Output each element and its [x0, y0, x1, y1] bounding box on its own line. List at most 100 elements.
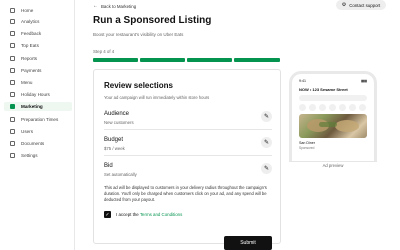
signal-icon: ▮▮▮	[361, 79, 367, 83]
sidebar-item-preparation-times[interactable]: Preparation Times	[4, 115, 72, 124]
sidebar-item-documents[interactable]: Documents	[4, 139, 72, 148]
row-value: $75 / week	[104, 146, 125, 151]
chart-icon	[10, 19, 15, 24]
contact-support-button[interactable]: ⚙ Contact support	[336, 0, 386, 10]
page-subtitle: Boost your restaurant's visibility on Ub…	[93, 32, 184, 37]
sidebar-item-label: Holiday Hours	[21, 92, 50, 97]
sidebar-item-label: Top Eats	[21, 43, 39, 48]
back-link-label: Back to Marketing	[101, 3, 137, 9]
support-icon: ⚙	[341, 2, 347, 8]
sidebar-item-menu[interactable]: Menu	[4, 78, 72, 87]
sidebar-item-reports[interactable]: Reports	[4, 54, 72, 63]
step-label: Step 4 of 4	[93, 49, 115, 54]
clock-icon	[10, 117, 15, 122]
sidebar-item-marketing[interactable]: Marketing	[4, 102, 72, 111]
review-row-audience: Audience New customers ✎	[104, 111, 272, 135]
review-row-budget: Budget $75 / week ✎	[104, 137, 272, 161]
sidebar-item-home[interactable]: Home	[4, 6, 72, 15]
document-icon	[10, 141, 15, 146]
progress-step-3	[187, 58, 232, 62]
row-value: Set automatically	[104, 172, 137, 177]
edit-bid-button[interactable]: ✎	[261, 163, 272, 174]
review-row-bid: Bid Set automatically ✎	[104, 163, 272, 187]
feedback-icon	[10, 31, 15, 36]
category-icon	[299, 104, 306, 111]
category-icon	[319, 104, 326, 111]
sidebar-item-label: Menu	[21, 80, 33, 85]
users-icon	[10, 129, 15, 134]
review-card: Review selections Your ad campaign will …	[93, 69, 281, 244]
row-label: Bid	[104, 163, 113, 169]
sidebar-item-label: Feedback	[21, 31, 42, 36]
ad-preview-caption: Ad preview	[322, 163, 344, 168]
category-icon	[339, 104, 346, 111]
food-shape	[319, 122, 337, 127]
preview-divider	[289, 161, 377, 162]
terms-acceptance: ✓ I accept the Terms and Conditions	[104, 211, 182, 218]
terms-link[interactable]: Terms and Conditions	[140, 212, 182, 217]
sidebar-item-label: Analytics	[21, 19, 40, 24]
sidebar-item-label: Payments	[21, 68, 42, 73]
pencil-icon: ✎	[263, 114, 270, 120]
megaphone-icon	[10, 104, 15, 109]
progress-step-2	[140, 58, 185, 62]
gear-icon	[10, 153, 15, 158]
category-icon	[359, 104, 366, 111]
sidebar-item-feedback[interactable]: Feedback	[4, 29, 72, 38]
submit-button[interactable]: Submit	[224, 236, 272, 250]
home-icon	[10, 8, 15, 13]
sidebar-item-payments[interactable]: Payments	[4, 66, 72, 75]
sidebar-item-label: Users	[21, 129, 33, 134]
campaign-disclaimer: This ad will be displayed to customers i…	[104, 185, 267, 203]
sidebar-item-label: Marketing	[21, 104, 43, 109]
review-note: Your ad campaign will run immediately wi…	[104, 95, 210, 100]
calendar-icon	[10, 92, 15, 97]
report-icon	[10, 56, 15, 61]
contact-support-label: Contact support	[349, 2, 381, 8]
row-label: Audience	[104, 111, 130, 117]
store-sponsored-label: Sponsored	[299, 146, 315, 150]
page-title: Run a Sponsored Listing	[93, 15, 212, 26]
sidebar-item-label: Preparation Times	[21, 117, 59, 122]
payment-icon	[10, 68, 15, 73]
terms-prefix: I accept the	[116, 212, 140, 217]
sidebar-item-top-eats[interactable]: Top Eats	[4, 41, 72, 50]
arrow-left-icon: ←	[93, 3, 98, 9]
sidebar-item-label: Home	[21, 8, 34, 13]
pencil-icon: ✎	[263, 166, 270, 172]
divider	[104, 155, 272, 156]
sidebar: Home Analytics Feedback Top Eats Reports…	[0, 0, 75, 250]
back-to-marketing-link[interactable]: ← Back to Marketing	[93, 3, 136, 9]
store-name: San Diner	[299, 141, 315, 145]
progress-step-4	[234, 58, 280, 62]
phone-time: 9:41	[299, 79, 306, 83]
edit-audience-button[interactable]: ✎	[261, 111, 272, 122]
sidebar-item-label: Documents	[21, 141, 45, 146]
menu-icon	[10, 80, 15, 85]
phone-search-bar	[299, 95, 367, 101]
sidebar-item-label: Reports	[21, 56, 38, 61]
progress-step-1	[93, 58, 138, 62]
pencil-icon: ✎	[263, 140, 270, 146]
sidebar-item-label: Settings	[21, 153, 38, 158]
star-icon	[10, 43, 15, 48]
category-icon	[309, 104, 316, 111]
review-title: Review selections	[104, 81, 173, 90]
row-value: New customers	[104, 120, 134, 125]
sidebar-item-users[interactable]: Users	[4, 127, 72, 136]
phone-status-bar: 9:41 ▮▮▮	[299, 79, 367, 83]
divider	[104, 129, 272, 130]
food-shape	[335, 120, 359, 132]
terms-text: I accept the Terms and Conditions	[116, 212, 182, 217]
sidebar-item-holiday-hours[interactable]: Holiday Hours	[4, 90, 72, 99]
sidebar-item-settings[interactable]: Settings	[4, 151, 72, 160]
row-label: Budget	[104, 137, 124, 143]
category-icon	[349, 104, 356, 111]
sidebar-item-analytics[interactable]: Analytics	[4, 17, 72, 26]
terms-checkbox[interactable]: ✓	[104, 211, 111, 218]
edit-budget-button[interactable]: ✎	[261, 137, 272, 148]
phone-address: NOW • 123 Sesame Street	[299, 87, 348, 92]
check-icon: ✓	[105, 211, 110, 218]
ad-preview-phone: 9:41 ▮▮▮ NOW • 123 Sesame Street San Din…	[289, 71, 377, 161]
category-icon	[329, 104, 336, 111]
